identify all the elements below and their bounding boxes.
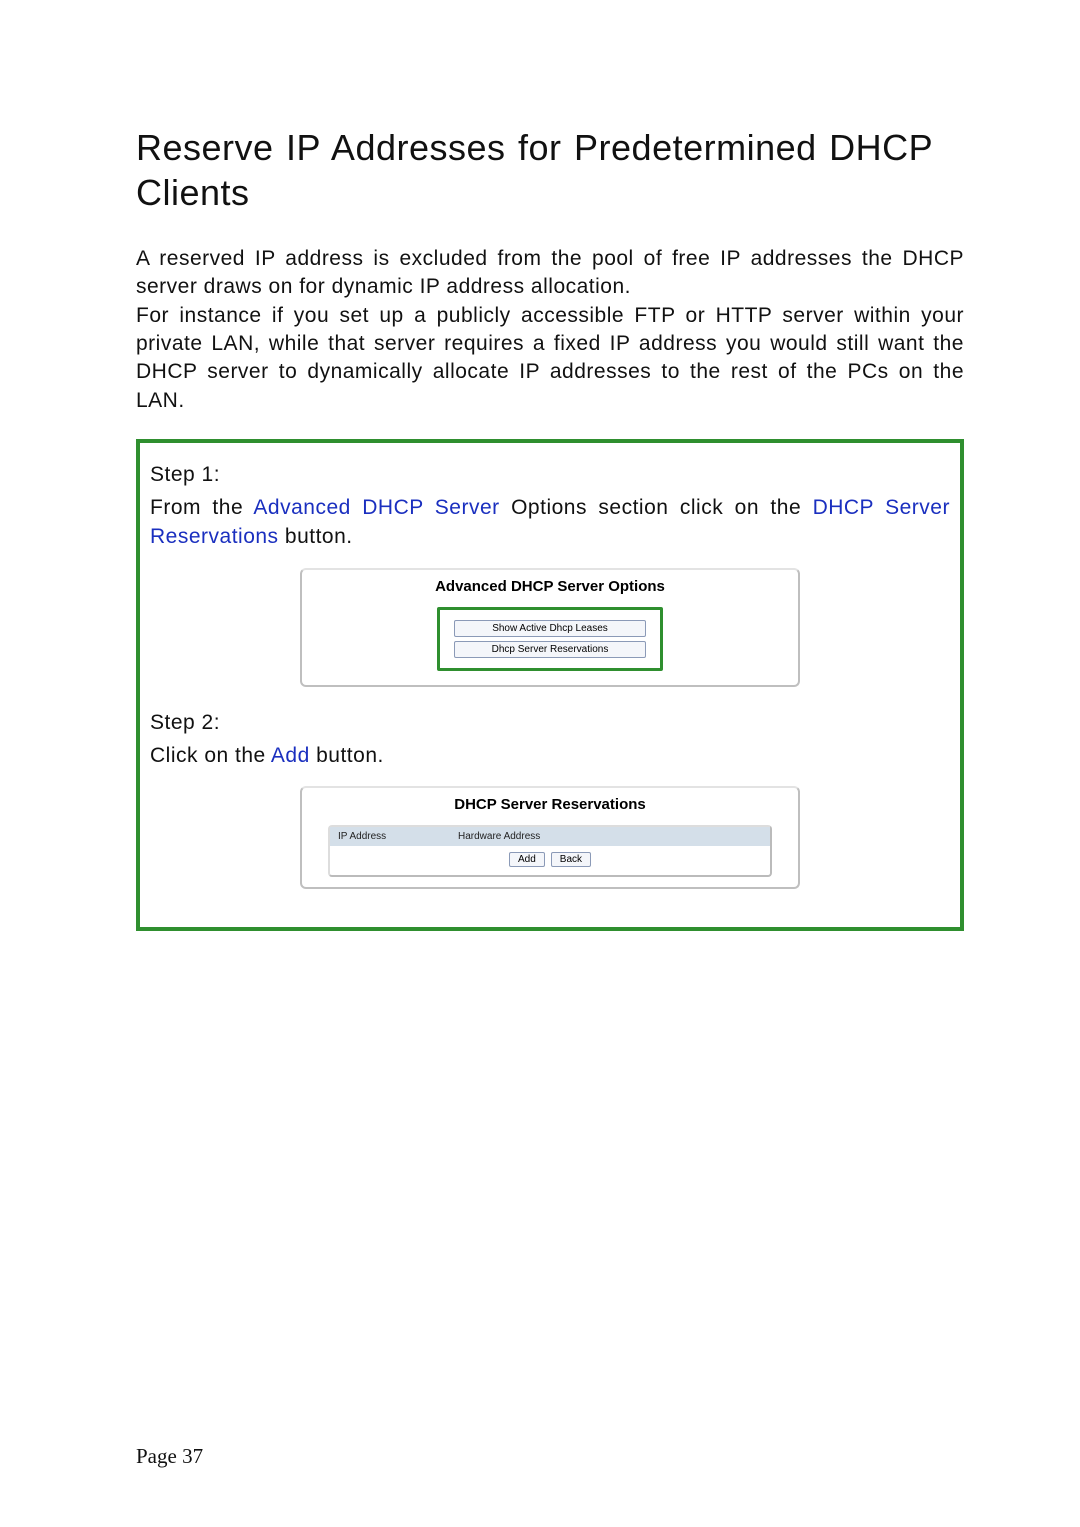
document-page: Reserve IP Addresses for Predetermined D…: [0, 0, 1080, 1527]
intro-paragraph: A reserved IP address is excluded from t…: [136, 245, 964, 415]
step-1-text: From the Advanced DHCP Server Options se…: [150, 493, 950, 552]
panel-1-button-highlight: Show Active Dhcp Leases Dhcp Server Rese…: [437, 607, 663, 671]
steps-box: Step 1: From the Advanced DHCP Server Op…: [136, 439, 964, 931]
page-title: Reserve IP Addresses for Predetermined D…: [136, 125, 964, 215]
step-2-label: Step 2:: [150, 711, 950, 735]
reservations-table: IP Address Hardware Address Add Back: [328, 825, 772, 877]
dhcp-server-reservations-panel: DHCP Server Reservations IP Address Hard…: [300, 786, 800, 889]
table-button-row: Add Back: [330, 846, 770, 875]
step-2-prefix: Click on the: [150, 744, 271, 767]
add-button[interactable]: Add: [509, 852, 545, 867]
panel-1-title: Advanced DHCP Server Options: [316, 578, 784, 595]
dhcp-server-reservations-button[interactable]: Dhcp Server Reservations: [454, 641, 646, 658]
advanced-dhcp-options-panel: Advanced DHCP Server Options Show Active…: [300, 568, 800, 687]
step-1-link-advanced: Advanced DHCP Server: [253, 496, 499, 519]
step-1-mid: Options section click on the: [500, 496, 813, 519]
step-2-text: Click on the Add button.: [150, 741, 950, 770]
step-1-prefix: From the: [150, 496, 253, 519]
column-ip-address: IP Address: [338, 831, 458, 842]
step-2-suffix: button.: [310, 744, 384, 767]
page-number: Page 37: [136, 1444, 203, 1469]
table-header-row: IP Address Hardware Address: [330, 827, 770, 846]
step-1-suffix: button.: [279, 525, 353, 548]
panel-2-title: DHCP Server Reservations: [316, 796, 784, 813]
back-button[interactable]: Back: [551, 852, 591, 867]
column-hardware-address: Hardware Address: [458, 831, 762, 842]
step-2-link-add: Add: [271, 744, 310, 767]
show-active-leases-button[interactable]: Show Active Dhcp Leases: [454, 620, 646, 637]
step-1-label: Step 1:: [150, 463, 950, 487]
